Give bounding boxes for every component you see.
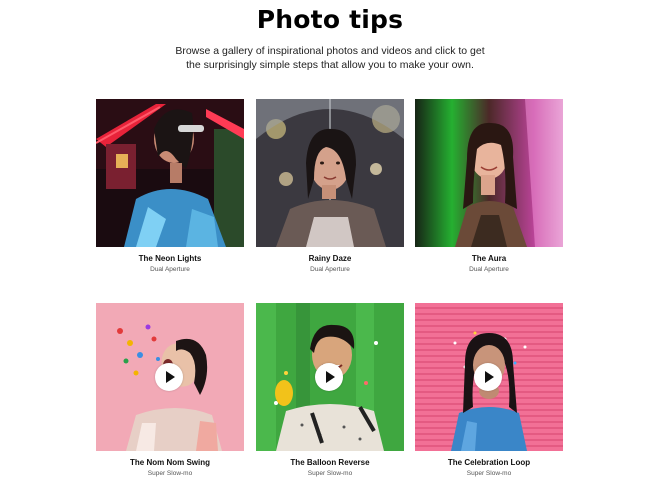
rainy-daze-image (256, 99, 404, 247)
video-card-nom-nom-swing[interactable]: The Nom Nom Swing Super Slow-mo (96, 303, 244, 478)
photo-thumbnail[interactable] (256, 99, 404, 247)
card-title[interactable]: The Neon Lights (96, 254, 244, 264)
card-subtitle: Dual Aperture (469, 266, 509, 273)
play-button[interactable] (315, 363, 343, 391)
video-thumbnail[interactable] (96, 303, 244, 451)
the-aura-image (415, 99, 563, 247)
card-subtitle: Dual Aperture (310, 266, 350, 273)
photo-card-the-aura[interactable]: The Aura Dual Aperture (415, 99, 563, 274)
card-subtitle: Dual Aperture (150, 266, 190, 273)
video-card-balloon-reverse[interactable]: The Balloon Reverse Super Slow-mo (256, 303, 404, 478)
play-icon (326, 371, 335, 383)
play-button[interactable] (155, 363, 183, 391)
card-subtitle: Super Slow-mo (466, 470, 512, 477)
card-title[interactable]: Rainy Daze (256, 254, 404, 264)
photo-card-rainy-daze[interactable]: Rainy Daze Dual Aperture (256, 99, 404, 274)
video-thumbnail[interactable] (415, 303, 563, 451)
page-title: Photo tips (256, 5, 404, 34)
card-title[interactable]: The Celebration Loop (415, 458, 563, 468)
page-subtitle: Browse a gallery of inspirational photos… (175, 45, 485, 71)
card-title[interactable]: The Aura (415, 254, 563, 264)
play-button[interactable] (474, 363, 502, 391)
video-card-celebration-loop[interactable]: The Celebration Loop Super Slow-mo (415, 303, 563, 478)
play-icon (166, 371, 175, 383)
photo-thumbnail[interactable] (415, 99, 563, 247)
play-icon (485, 371, 494, 383)
video-thumbnail[interactable] (256, 303, 404, 451)
neon-lights-image (96, 99, 244, 247)
photo-thumbnail[interactable] (96, 99, 244, 247)
card-subtitle: Super Slow-mo (307, 470, 353, 477)
card-title[interactable]: The Nom Nom Swing (96, 458, 244, 468)
card-subtitle: Super Slow-mo (147, 470, 193, 477)
card-title[interactable]: The Balloon Reverse (256, 458, 404, 468)
photo-card-neon-lights[interactable]: The Neon Lights Dual Aperture (96, 99, 244, 274)
